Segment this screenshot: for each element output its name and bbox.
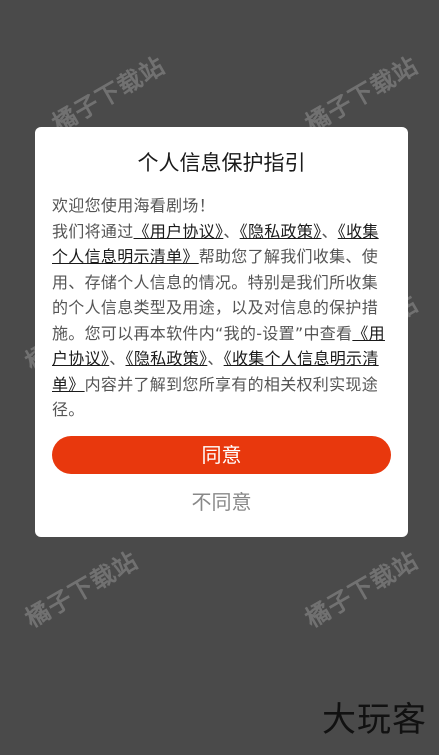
watermark: 橘子下载站 [300, 51, 423, 139]
body-text: 我们将通过 [52, 221, 134, 241]
watermark: 橘子下载站 [20, 546, 143, 634]
disagree-button[interactable]: 不同意 [35, 485, 408, 519]
separator: 、 [207, 349, 224, 368]
body-text: 内容并了解到您所享有的相关权利实现途径。 [52, 374, 379, 420]
watermark: 橘子下载站 [300, 546, 423, 634]
privacy-dialog: 个人信息保护指引 欢迎您使用海看剧场！ 我们将通过《用户协议》、《隐私政策》、《… [35, 127, 408, 537]
agree-button[interactable]: 同意 [52, 436, 391, 474]
separator: 、 [109, 349, 126, 368]
dialog-body: 欢迎您使用海看剧场！ 我们将通过《用户协议》、《隐私政策》、《收集个人信息明示清… [52, 193, 391, 423]
separator: 、 [321, 221, 338, 241]
watermark: 橘子下载站 [47, 51, 170, 139]
brand-logo: 大玩客 [322, 700, 427, 740]
dialog-title: 个人信息保护指引 [137, 151, 306, 175]
guide-paragraph: 我们将通过《用户协议》、《隐私政策》、《收集个人信息明示清单》帮助您了解我们收集… [52, 219, 391, 423]
welcome-text: 欢迎您使用海看剧场！ [52, 196, 216, 215]
user-agreement-link[interactable]: 《用户协议》 [134, 222, 224, 241]
privacy-policy-link[interactable]: 《隐私政策》 [126, 349, 208, 368]
privacy-policy-link[interactable]: 《隐私政策》 [240, 222, 322, 241]
separator: 、 [223, 221, 240, 241]
